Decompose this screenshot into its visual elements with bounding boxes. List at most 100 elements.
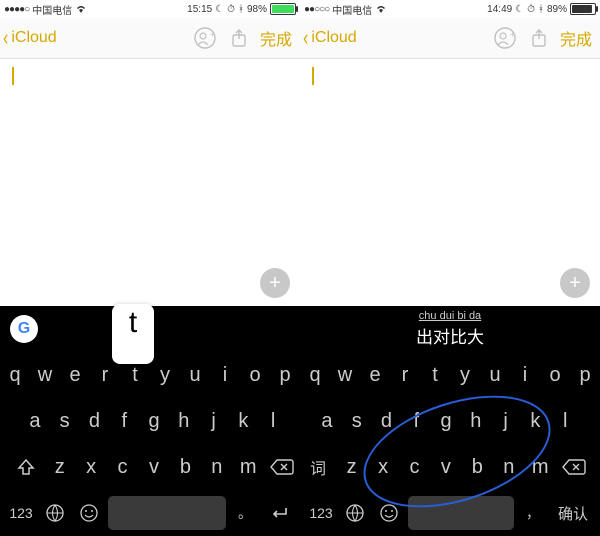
key-row-1: qwertyuiopqwertyuiop: [0, 352, 600, 398]
key-m[interactable]: m: [233, 456, 264, 479]
comma-key[interactable]: ，: [518, 495, 548, 531]
wifi-icon: [75, 4, 87, 14]
carrier-label: 中国电信: [332, 2, 372, 17]
key-m[interactable]: m: [524, 456, 555, 479]
confirm-key[interactable]: 确认: [552, 495, 594, 531]
globe-icon[interactable]: [40, 495, 70, 531]
key-g[interactable]: g: [139, 410, 169, 433]
done-button[interactable]: 完成: [560, 26, 592, 50]
key-e[interactable]: e: [360, 364, 390, 387]
key-w[interactable]: w: [30, 364, 60, 387]
back-button[interactable]: ‹ iCloud: [0, 27, 57, 49]
key-a[interactable]: a: [312, 410, 342, 433]
candidate-bar[interactable]: chu dui bi da 出对比大: [300, 306, 600, 352]
key-z[interactable]: z: [44, 456, 75, 479]
key-s[interactable]: s: [50, 410, 80, 433]
status-bar: ●●○○○ 中国电信 14:49 ☾ ⏱ ᚼ 89%: [300, 0, 600, 18]
key-i[interactable]: i: [510, 364, 540, 387]
period-key[interactable]: 。: [230, 495, 260, 531]
note-content[interactable]: +: [0, 59, 300, 306]
emoji-icon[interactable]: [374, 495, 404, 531]
key-l[interactable]: l: [258, 410, 288, 433]
key-p[interactable]: p: [570, 364, 600, 387]
backspace-icon[interactable]: [264, 450, 300, 484]
key-r[interactable]: r: [90, 364, 120, 387]
key-o[interactable]: o: [240, 364, 270, 387]
key-u[interactable]: u: [480, 364, 510, 387]
key-j[interactable]: j: [199, 410, 229, 433]
add-attachment-button[interactable]: +: [260, 268, 290, 298]
key-q[interactable]: q: [0, 364, 30, 387]
candidate-text: 出对比大: [416, 323, 484, 348]
back-button[interactable]: ‹ iCloud: [300, 27, 357, 49]
note-content[interactable]: +: [300, 59, 600, 306]
key-t[interactable]: t: [420, 364, 450, 387]
key-y[interactable]: y: [150, 364, 180, 387]
key-x[interactable]: x: [367, 456, 398, 479]
globe-icon[interactable]: [340, 495, 370, 531]
key-f[interactable]: f: [401, 410, 431, 433]
signal-strength: ●●○○○: [304, 4, 329, 15]
key-n[interactable]: n: [493, 456, 524, 479]
space-key[interactable]: [408, 496, 514, 530]
nav-bar: ‹ iCloud + 完成: [0, 18, 300, 59]
dnd-icon: ☾: [515, 4, 524, 15]
enter-icon[interactable]: [264, 495, 294, 531]
add-person-icon[interactable]: +: [192, 25, 218, 51]
numbers-key[interactable]: 123: [306, 495, 336, 531]
key-row-2: asdfghjklasdfghjkl: [0, 398, 600, 444]
key-a[interactable]: a: [20, 410, 50, 433]
key-c[interactable]: c: [399, 456, 430, 479]
key-v[interactable]: v: [430, 456, 461, 479]
key-h[interactable]: h: [169, 410, 199, 433]
back-label: iCloud: [11, 29, 56, 47]
key-c[interactable]: c: [107, 456, 138, 479]
share-icon[interactable]: [526, 25, 552, 51]
svg-text:+: +: [210, 30, 215, 39]
chevron-left-icon: ‹: [3, 27, 8, 49]
google-icon[interactable]: G: [10, 315, 38, 343]
key-f[interactable]: f: [109, 410, 139, 433]
chevron-left-icon: ‹: [303, 27, 308, 49]
done-button[interactable]: 完成: [260, 26, 292, 50]
key-w[interactable]: w: [330, 364, 360, 387]
key-k[interactable]: k: [228, 410, 258, 433]
key-t[interactable]: t: [120, 364, 150, 387]
backspace-icon[interactable]: [556, 450, 592, 484]
key-s[interactable]: s: [342, 410, 372, 433]
key-z[interactable]: z: [336, 456, 367, 479]
key-v[interactable]: v: [138, 456, 169, 479]
alarm-icon: ⏱: [227, 4, 235, 15]
key-o[interactable]: o: [540, 364, 570, 387]
emoji-icon[interactable]: [74, 495, 104, 531]
add-person-icon[interactable]: +: [492, 25, 518, 51]
key-k[interactable]: k: [521, 410, 551, 433]
key-d[interactable]: d: [372, 410, 402, 433]
signal-strength: ●●●●○: [4, 4, 29, 15]
key-j[interactable]: j: [491, 410, 521, 433]
share-icon[interactable]: [226, 25, 252, 51]
key-b[interactable]: b: [462, 456, 493, 479]
key-p[interactable]: p: [270, 364, 300, 387]
time-label: 15:15: [187, 4, 212, 15]
key-b[interactable]: b: [170, 456, 201, 479]
add-attachment-button[interactable]: +: [560, 268, 590, 298]
key-n[interactable]: n: [201, 456, 232, 479]
key-i[interactable]: i: [210, 364, 240, 387]
key-x[interactable]: x: [75, 456, 106, 479]
space-key[interactable]: [108, 496, 226, 530]
shift-icon[interactable]: [8, 450, 44, 484]
word-key[interactable]: 词: [300, 450, 336, 484]
key-y[interactable]: y: [450, 364, 480, 387]
key-r[interactable]: r: [390, 364, 420, 387]
key-l[interactable]: l: [550, 410, 580, 433]
key-g[interactable]: g: [431, 410, 461, 433]
numbers-key[interactable]: 123: [6, 495, 36, 531]
key-e[interactable]: e: [60, 364, 90, 387]
key-u[interactable]: u: [180, 364, 210, 387]
bottom-row-right: 123 ， 确认: [300, 490, 600, 536]
key-h[interactable]: h: [461, 410, 491, 433]
key-d[interactable]: d: [80, 410, 110, 433]
key-q[interactable]: q: [300, 364, 330, 387]
svg-text:+: +: [510, 30, 515, 39]
